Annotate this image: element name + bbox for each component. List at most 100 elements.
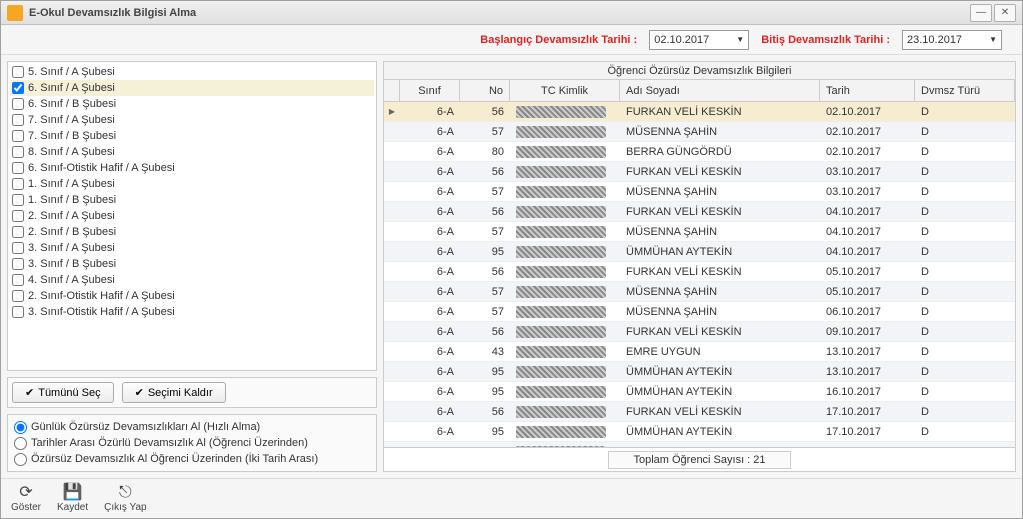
class-checkbox[interactable] bbox=[12, 226, 24, 238]
class-checkbox[interactable] bbox=[12, 82, 24, 94]
exit-button[interactable]: ⎋ Çıkış Yap bbox=[104, 485, 146, 513]
class-item[interactable]: 2. Sınıf / B Şubesi bbox=[10, 224, 374, 240]
class-checkbox[interactable] bbox=[12, 290, 24, 302]
grid-header-row: Sınıf No TC Kimlik Adı Soyadı Tarih Dvms… bbox=[384, 80, 1015, 102]
class-item[interactable]: 1. Sınıf / A Şubesi bbox=[10, 176, 374, 192]
class-checkbox[interactable] bbox=[12, 178, 24, 190]
radio-opt-2[interactable]: Tarihler Arası Özürlü Devamsızlık Al (Öğ… bbox=[14, 435, 370, 451]
mode-radio-group: Günlük Özürsüz Devamsızlıkları Al (Hızlı… bbox=[7, 414, 377, 472]
class-checkbox[interactable] bbox=[12, 306, 24, 318]
class-item[interactable]: 4. Sınıf / A Şubesi bbox=[10, 272, 374, 288]
start-date-input[interactable]: 02.10.2017 ▼ bbox=[649, 30, 749, 50]
tc-redacted bbox=[516, 306, 606, 318]
end-date-input[interactable]: 23.10.2017 ▼ bbox=[902, 30, 1002, 50]
grid-body[interactable]: ▶6-A56FURKAN VELİ KESKİN02.10.2017D6-A57… bbox=[384, 102, 1015, 447]
radio-opt-3[interactable]: Özürsüz Devamsızlık Al Öğrenci Üzerinden… bbox=[14, 451, 370, 467]
col-header-tc[interactable]: TC Kimlik bbox=[510, 80, 620, 101]
class-item[interactable]: 3. Sınıf / B Şubesi bbox=[10, 256, 374, 272]
class-item[interactable]: 7. Sınıf / B Şubesi bbox=[10, 128, 374, 144]
class-checkbox[interactable] bbox=[12, 274, 24, 286]
class-checkbox[interactable] bbox=[12, 146, 24, 158]
cell-tur: D bbox=[915, 106, 1015, 118]
date-bar: Başlangıç Devamsızlık Tarihi : 02.10.201… bbox=[1, 25, 1022, 55]
cell-tc bbox=[510, 386, 620, 398]
col-header-ad[interactable]: Adı Soyadı bbox=[620, 80, 820, 101]
class-checkbox[interactable] bbox=[12, 194, 24, 206]
class-checkbox[interactable] bbox=[12, 210, 24, 222]
table-row[interactable]: 6-A57MÜSENNA ŞAHİN05.10.2017D bbox=[384, 282, 1015, 302]
cell-tc bbox=[510, 106, 620, 118]
class-checkbox[interactable] bbox=[12, 98, 24, 110]
table-row[interactable]: ▶6-A56FURKAN VELİ KESKİN02.10.2017D bbox=[384, 102, 1015, 122]
table-row[interactable]: 6-A57MÜSENNA ŞAHİN03.10.2017D bbox=[384, 182, 1015, 202]
class-item[interactable]: 8. Sınıf / A Şubesi bbox=[10, 144, 374, 160]
cell-tur: D bbox=[915, 206, 1015, 218]
class-checkbox[interactable] bbox=[12, 242, 24, 254]
class-label: 3. Sınıf / A Şubesi bbox=[28, 242, 115, 254]
class-checkbox[interactable] bbox=[12, 114, 24, 126]
cell-tur: D bbox=[915, 126, 1015, 138]
table-row[interactable]: 6-A95ÜMMÜHAN AYTEKİN16.10.2017D bbox=[384, 382, 1015, 402]
class-checkbox[interactable] bbox=[12, 258, 24, 270]
col-header-tur[interactable]: Dvmsz Türü bbox=[915, 80, 1015, 101]
class-item[interactable]: 6. Sınıf-Otistik Hafif / A Şubesi bbox=[10, 160, 374, 176]
cell-sinif: 6-A bbox=[400, 206, 460, 218]
class-checkbox[interactable] bbox=[12, 130, 24, 142]
select-all-button[interactable]: ✔Tümünü Seç bbox=[12, 382, 114, 403]
class-checkbox[interactable] bbox=[12, 162, 24, 174]
table-row[interactable]: 6-A56FURKAN VELİ KESKİN03.10.2017D bbox=[384, 162, 1015, 182]
table-row[interactable]: 6-A57MÜSENNA ŞAHİN04.10.2017D bbox=[384, 222, 1015, 242]
cell-ad: BERRA GÜNGÖRDÜ bbox=[620, 146, 820, 158]
col-header-sinif[interactable]: Sınıf bbox=[400, 80, 460, 101]
radio-opt-1[interactable]: Günlük Özürsüz Devamsızlıkları Al (Hızlı… bbox=[14, 419, 370, 435]
class-item[interactable]: 1. Sınıf / B Şubesi bbox=[10, 192, 374, 208]
check-icon: ✔ bbox=[25, 386, 34, 399]
cell-tc bbox=[510, 346, 620, 358]
cell-no: 56 bbox=[460, 106, 510, 118]
table-row[interactable]: 6-A57MÜSENNA ŞAHİN02.10.2017D bbox=[384, 122, 1015, 142]
table-row[interactable]: 6-A57MÜSENNA ŞAHİN06.10.2017D bbox=[384, 302, 1015, 322]
table-row[interactable]: 6-A95ÜMMÜHAN AYTEKİN17.10.2017D bbox=[384, 422, 1015, 442]
class-label: 2. Sınıf / A Şubesi bbox=[28, 210, 115, 222]
class-item[interactable]: 3. Sınıf / A Şubesi bbox=[10, 240, 374, 256]
cell-tarih: 17.10.2017 bbox=[820, 426, 915, 438]
show-button[interactable]: ⟳ Göster bbox=[11, 485, 41, 513]
table-row[interactable]: 6-A56FURKAN VELİ KESKİN17.10.2017D bbox=[384, 402, 1015, 422]
class-list[interactable]: 5. Sınıf / A Şubesi6. Sınıf / A Şubesi6.… bbox=[7, 61, 377, 371]
col-header-no[interactable]: No bbox=[460, 80, 510, 101]
table-row[interactable]: 6-A56FURKAN VELİ KESKİN04.10.2017D bbox=[384, 202, 1015, 222]
table-row[interactable]: 6-A56FURKAN VELİ KESKİN05.10.2017D bbox=[384, 262, 1015, 282]
class-item[interactable]: 2. Sınıf-Otistik Hafif / A Şubesi bbox=[10, 288, 374, 304]
class-item[interactable]: 2. Sınıf / A Şubesi bbox=[10, 208, 374, 224]
clear-selection-button[interactable]: ✔Seçimi Kaldır bbox=[122, 382, 226, 403]
table-row[interactable]: 6-A43EMRE UYGUN13.10.2017D bbox=[384, 342, 1015, 362]
table-row[interactable]: 6-A80BERRA GÜNGÖRDÜ02.10.2017D bbox=[384, 142, 1015, 162]
class-item[interactable]: 5. Sınıf / A Şubesi bbox=[10, 64, 374, 80]
col-header-tarih[interactable]: Tarih bbox=[820, 80, 915, 101]
class-item[interactable]: 3. Sınıf-Otistik Hafif / A Şubesi bbox=[10, 304, 374, 320]
cell-tc bbox=[510, 146, 620, 158]
cell-ad: MÜSENNA ŞAHİN bbox=[620, 186, 820, 198]
save-button[interactable]: 💾 Kaydet bbox=[57, 485, 88, 513]
minimize-button[interactable]: — bbox=[970, 4, 992, 22]
left-panel: 5. Sınıf / A Şubesi6. Sınıf / A Şubesi6.… bbox=[7, 61, 377, 472]
class-item[interactable]: 6. Sınıf / A Şubesi bbox=[10, 80, 374, 96]
class-item[interactable]: 6. Sınıf / B Şubesi bbox=[10, 96, 374, 112]
class-item[interactable]: 7. Sınıf / A Şubesi bbox=[10, 112, 374, 128]
cell-no: 57 bbox=[460, 186, 510, 198]
class-checkbox[interactable] bbox=[12, 66, 24, 78]
class-label: 2. Sınıf / B Şubesi bbox=[28, 226, 116, 238]
table-row[interactable]: 6-A56FURKAN VELİ KESKİN09.10.2017D bbox=[384, 322, 1015, 342]
cell-sinif: 6-A bbox=[400, 306, 460, 318]
cell-no: 57 bbox=[460, 226, 510, 238]
cell-tur: D bbox=[915, 226, 1015, 238]
table-row[interactable]: 6-A95ÜMMÜHAN AYTEKİN13.10.2017D bbox=[384, 362, 1015, 382]
close-button[interactable]: ✕ bbox=[994, 4, 1016, 22]
cell-tc bbox=[510, 306, 620, 318]
row-indicator: ▶ bbox=[384, 107, 400, 116]
cell-no: 95 bbox=[460, 426, 510, 438]
table-row[interactable]: 6-A95ÜMMÜHAN AYTEKİN04.10.2017D bbox=[384, 242, 1015, 262]
cell-ad: MÜSENNA ŞAHİN bbox=[620, 226, 820, 238]
tc-redacted bbox=[516, 226, 606, 238]
tc-redacted bbox=[516, 106, 606, 118]
